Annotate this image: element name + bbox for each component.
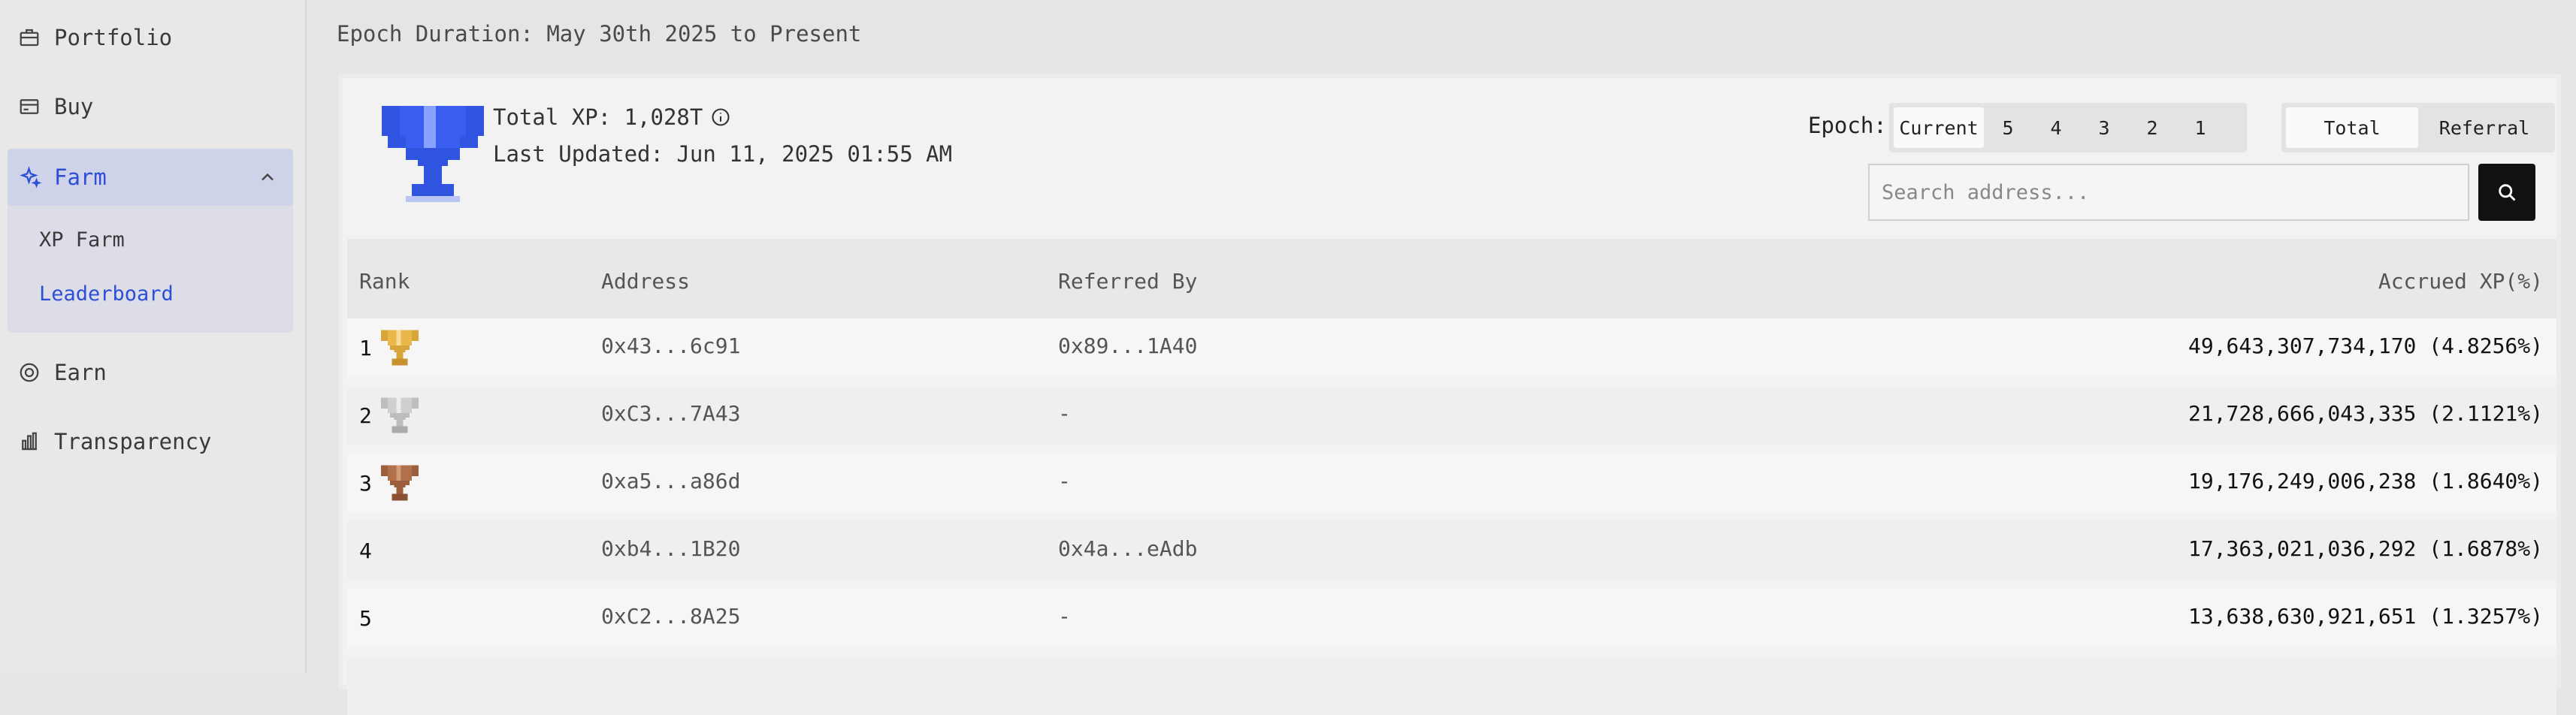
epoch-tab-4[interactable]: 4 xyxy=(2032,107,2080,148)
sidebar-item-label: Transparency xyxy=(54,429,212,454)
referred-by-cell: - xyxy=(1058,401,1071,426)
bar-chart-icon xyxy=(17,429,42,454)
tab-total[interactable]: Total xyxy=(2286,107,2418,148)
epoch-tab-2[interactable]: 2 xyxy=(2128,107,2176,148)
accrued-xp-cell: 49,643,307,734,170 (4.8256%) xyxy=(2187,333,2543,358)
address-cell[interactable]: 0xb4...1B20 xyxy=(601,536,740,561)
epoch-tab-3[interactable]: 3 xyxy=(2080,107,2128,148)
coin-icon xyxy=(17,360,42,385)
search-icon xyxy=(2499,184,2516,201)
column-header-rank[interactable]: Rank xyxy=(359,269,410,294)
table-row[interactable]: 4 0xb4...1B20 0x4a...eAdb 17,363,021,036… xyxy=(347,521,2556,580)
last-updated: Last Updated: Jun 11, 2025 01:55 AM xyxy=(493,141,953,167)
rank-cell: 5 xyxy=(359,599,372,637)
accrued-xp-cell: 17,363,021,036,292 (1.6878%) xyxy=(2187,536,2543,561)
search-input[interactable] xyxy=(1868,164,2469,221)
rank-cell: 4 xyxy=(359,532,372,569)
table-row[interactable]: 2 0xC3...7A43 - 21,728,666,043,335 (2.11… xyxy=(347,386,2556,445)
search-button[interactable] xyxy=(2478,164,2535,221)
sidebar-subitem-xp-farm[interactable]: XP Farm xyxy=(39,228,125,252)
rank-value: 4 xyxy=(359,538,372,563)
card-icon xyxy=(17,94,42,119)
rank-cell: 1 xyxy=(359,329,419,367)
leaderboard-panel: Total XP: 1,028T Last Updated: Jun 11, 2… xyxy=(338,74,2561,715)
rank-cell: 3 xyxy=(359,464,419,502)
address-cell[interactable]: 0x43...6c91 xyxy=(601,333,740,358)
rank-value: 5 xyxy=(359,605,372,631)
epoch-tab-5[interactable]: 5 xyxy=(1984,107,2032,148)
info-icon[interactable] xyxy=(710,107,731,128)
accrued-xp-cell: 13,638,630,921,651 (1.3257%) xyxy=(2187,604,2543,629)
rank-cell: 2 xyxy=(359,397,419,434)
table-row[interactable]: 1 0x43...6c91 0x89...1A40 49,643,307,734… xyxy=(347,318,2556,377)
sidebar-item-portfolio[interactable]: Portfolio xyxy=(0,3,305,72)
sidebar-item-label: Buy xyxy=(54,94,94,119)
epoch-selector: Current 5 4 3 2 1 xyxy=(1889,103,2247,152)
sidebar-item-label: Portfolio xyxy=(54,25,173,50)
referred-by-cell: - xyxy=(1058,469,1071,493)
tab-referral[interactable]: Referral xyxy=(2418,107,2550,148)
table-row[interactable]: 5 0xC2...8A25 - 13,638,630,921,651 (1.32… xyxy=(347,589,2556,647)
epoch-tab-1[interactable]: 1 xyxy=(2176,107,2224,148)
rank-value: 1 xyxy=(359,335,372,361)
sidebar-item-earn[interactable]: Earn xyxy=(0,338,305,407)
table-header: Rank Address Referred By Accrued XP(%) xyxy=(347,239,2556,318)
column-header-accrued-xp[interactable]: Accrued XP(%) xyxy=(2378,269,2543,294)
mode-selector: Total Referral xyxy=(2281,103,2555,152)
epoch-label: Epoch: xyxy=(1808,113,1887,138)
farm-group: Farm XP Farm Leaderboard xyxy=(8,149,293,333)
sidebar-item-label: Earn xyxy=(54,360,107,385)
referred-by-cell[interactable]: 0x4a...eAdb xyxy=(1058,536,1197,561)
epoch-duration: Epoch Duration: May 30th 2025 to Present xyxy=(337,21,862,47)
sidebar-item-transparency[interactable]: Transparency xyxy=(0,407,305,476)
column-header-address[interactable]: Address xyxy=(601,269,690,294)
epoch-tab-current[interactable]: Current xyxy=(1894,107,1984,148)
chevron-up-icon[interactable] xyxy=(257,167,278,188)
briefcase-icon xyxy=(17,25,42,50)
sidebar-item-buy[interactable]: Buy xyxy=(0,72,305,141)
table-row[interactable] xyxy=(347,656,2556,715)
address-cell[interactable]: 0xa5...a86d xyxy=(601,469,740,493)
accrued-xp-cell: 21,728,666,043,335 (2.1121%) xyxy=(2187,401,2543,426)
accrued-xp-cell: 19,176,249,006,238 (1.8640%) xyxy=(2187,469,2543,493)
sparkle-icon xyxy=(18,164,44,190)
address-cell[interactable]: 0xC2...8A25 xyxy=(601,604,740,629)
main-content: Epoch Duration: May 30th 2025 to Present… xyxy=(307,0,2576,715)
rank-value: 2 xyxy=(359,403,372,428)
sidebar: Portfolio Buy Farm XP Farm Leaderboard E… xyxy=(0,0,307,673)
sidebar-item-farm[interactable]: Farm xyxy=(8,149,293,206)
total-xp-text: Total XP: 1,028T xyxy=(493,104,703,130)
total-xp: Total XP: 1,028T xyxy=(493,104,731,130)
bronze-trophy-icon xyxy=(380,465,419,501)
trophy-icon xyxy=(382,106,484,202)
column-header-referred-by[interactable]: Referred By xyxy=(1058,269,1197,294)
referred-by-cell: - xyxy=(1058,604,1071,629)
gold-trophy-icon xyxy=(380,330,419,366)
sidebar-subitem-leaderboard[interactable]: Leaderboard xyxy=(39,282,174,306)
silver-trophy-icon xyxy=(380,397,419,433)
referred-by-cell[interactable]: 0x89...1A40 xyxy=(1058,333,1197,358)
sidebar-item-label: Farm xyxy=(54,164,107,190)
table-row[interactable]: 3 0xa5...a86d - 19,176,249,006,238 (1.86… xyxy=(347,454,2556,512)
rank-value: 3 xyxy=(359,470,372,496)
address-cell[interactable]: 0xC3...7A43 xyxy=(601,401,740,426)
